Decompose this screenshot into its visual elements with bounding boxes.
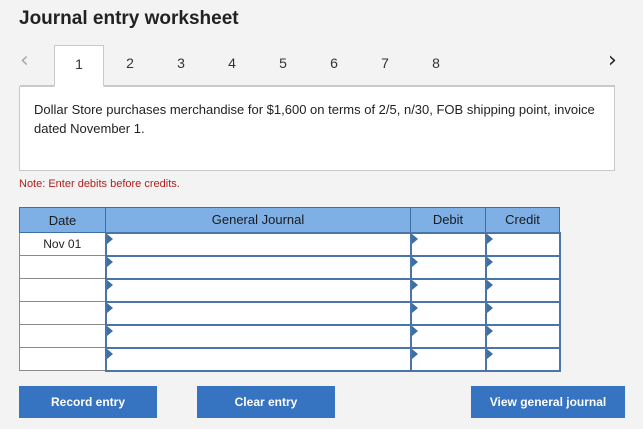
credit-field[interactable] [484, 300, 561, 326]
tab-1[interactable]: 1 [54, 45, 104, 87]
page-title: Journal entry worksheet [19, 8, 239, 29]
tab-7[interactable]: 7 [360, 45, 410, 86]
tab-4[interactable]: 4 [207, 45, 257, 86]
account-field[interactable] [104, 231, 412, 257]
credit-field[interactable] [484, 231, 561, 257]
table-row [19, 346, 561, 372]
tab-2[interactable]: 2 [105, 45, 155, 86]
date-cell[interactable] [19, 347, 106, 371]
account-field[interactable] [104, 277, 412, 303]
debit-field[interactable] [409, 346, 487, 372]
clear-entry-button[interactable]: Clear entry [197, 386, 335, 418]
problem-statement: Dollar Store purchases merchandise for $… [19, 86, 615, 171]
credit-field[interactable] [484, 323, 561, 349]
chevron-right-icon[interactable]: › [608, 48, 617, 73]
tab-5[interactable]: 5 [258, 45, 308, 86]
column-header-debit: Debit [410, 207, 486, 233]
column-header-general-journal: General Journal [105, 207, 411, 233]
table-header-row: Date General Journal Debit Credit [19, 207, 560, 233]
debit-field[interactable] [409, 277, 487, 303]
view-general-journal-button[interactable]: View general journal [471, 386, 625, 418]
account-field[interactable] [104, 323, 412, 349]
tab-bar: ‹ 1 2 3 4 5 6 7 8 › [0, 42, 643, 87]
debit-field[interactable] [409, 231, 487, 257]
column-header-credit: Credit [485, 207, 560, 233]
date-cell[interactable] [19, 324, 106, 348]
date-cell[interactable] [19, 301, 106, 325]
table-row: Nov 01 [19, 231, 561, 257]
credit-field[interactable] [484, 346, 561, 372]
credit-field[interactable] [484, 254, 561, 280]
record-entry-button[interactable]: Record entry [19, 386, 157, 418]
tab-8[interactable]: 8 [411, 45, 461, 86]
debit-field[interactable] [409, 254, 487, 280]
tab-3[interactable]: 3 [156, 45, 206, 86]
date-cell[interactable]: Nov 01 [19, 232, 106, 256]
chevron-left-icon[interactable]: ‹ [20, 48, 29, 73]
table-row [19, 277, 561, 303]
debit-field[interactable] [409, 323, 487, 349]
table-row [19, 323, 561, 349]
debit-field[interactable] [409, 300, 487, 326]
tab-6[interactable]: 6 [309, 45, 359, 86]
account-field[interactable] [104, 254, 412, 280]
journal-table: Date General Journal Debit Credit Nov 01 [19, 207, 561, 372]
account-field[interactable] [104, 346, 412, 372]
instruction-note: Note: Enter debits before credits. [19, 178, 180, 190]
account-field[interactable] [104, 300, 412, 326]
table-row [19, 300, 561, 326]
table-row [19, 254, 561, 280]
column-header-date: Date [19, 207, 106, 233]
date-cell[interactable] [19, 278, 106, 302]
date-cell[interactable] [19, 255, 106, 279]
credit-field[interactable] [484, 277, 561, 303]
